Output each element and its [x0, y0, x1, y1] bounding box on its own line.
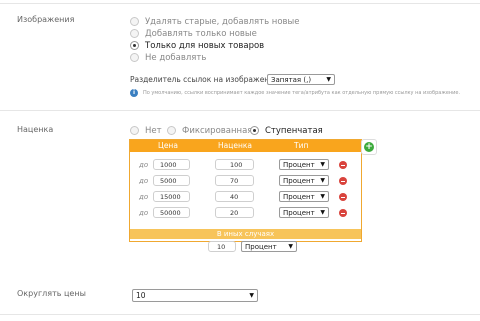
images-option-3[interactable]: Только для новых товаров [130, 40, 264, 51]
plus-circle-icon[interactable]: + [364, 142, 374, 152]
markup-input[interactable]: 40 [215, 191, 254, 202]
minus-circle-icon[interactable] [339, 209, 347, 217]
images-label: Изображения [17, 15, 75, 24]
radio-button[interactable] [130, 126, 139, 135]
type-select-value: Процент [283, 208, 315, 217]
minus-circle-icon[interactable] [339, 161, 347, 169]
separator-select[interactable]: Запятая (,) ▼ [267, 74, 335, 85]
row-prefix: до [139, 209, 149, 217]
type-select[interactable]: Процент ▼ [279, 159, 329, 170]
price-input[interactable]: 50000 [153, 207, 190, 218]
row-prefix: до [139, 193, 149, 201]
markup-label: Наценка [17, 125, 54, 134]
option-label: Удалять старые, добавлять новые [145, 16, 300, 27]
minus-circle-icon[interactable] [339, 193, 347, 201]
price-input[interactable]: 15000 [153, 191, 190, 202]
option-label: Фиксированная [182, 125, 253, 136]
radio-button[interactable] [130, 29, 139, 38]
option-label: Не добавлять [145, 52, 207, 63]
chevron-down-icon: ▼ [288, 243, 293, 250]
images-option-4[interactable]: Не добавлять [130, 52, 206, 63]
section-divider [0, 110, 480, 111]
chevron-down-icon: ▼ [320, 177, 325, 184]
markup-input[interactable]: 20 [215, 207, 254, 218]
images-option-1[interactable]: Удалять старые, добавлять новые [130, 16, 300, 27]
chevron-down-icon: ▼ [320, 161, 325, 168]
separator-label: Разделитель ссылок на изображения: [130, 75, 282, 84]
header-price: Цена [158, 141, 178, 150]
radio-button[interactable] [167, 126, 176, 135]
table-row: до 50000 20 Процент ▼ [130, 207, 361, 221]
table-row: до 15000 40 Процент ▼ [130, 191, 361, 205]
chevron-down-icon: ▼ [249, 292, 254, 299]
option-label: Нет [145, 125, 162, 136]
separator-select-value: Запятая (,) [271, 75, 312, 84]
top-divider [0, 3, 480, 4]
table-row: до 1000 100 Процент ▼ [130, 159, 361, 173]
other-markup-input[interactable]: 10 [208, 241, 236, 252]
option-label: Ступенчатая [265, 125, 323, 136]
info-icon: i [130, 89, 138, 97]
radio-button[interactable] [130, 17, 139, 26]
header-markup: Наценка [218, 141, 252, 150]
radio-button[interactable] [130, 53, 139, 62]
rounding-select[interactable]: 10 ▼ [132, 289, 258, 302]
rounding-label: Округлять цены [17, 289, 86, 298]
option-label: Добавлять только новые [145, 28, 257, 39]
type-select-value: Процент [283, 192, 315, 201]
other-type-select[interactable]: Процент ▼ [241, 241, 297, 252]
rounding-select-value: 10 [136, 291, 146, 300]
type-select-value: Процент [283, 160, 315, 169]
images-hint: i По умолчанию, ссылки воспринимает кажд… [130, 89, 460, 97]
bottom-divider [0, 314, 480, 315]
header-type: Тип [294, 141, 309, 150]
type-select[interactable]: Процент ▼ [279, 207, 329, 218]
row-prefix: до [139, 177, 149, 185]
markup-input[interactable]: 100 [215, 159, 254, 170]
minus-circle-icon[interactable] [339, 177, 347, 185]
table-row: до 5000 70 Процент ▼ [130, 175, 361, 189]
radio-button-selected[interactable] [250, 126, 259, 135]
type-select-value: Процент [283, 176, 315, 185]
table-header: Цена Наценка Тип [130, 140, 361, 152]
other-type-select-value: Процент [245, 242, 277, 251]
markup-option-none[interactable]: Нет [130, 125, 162, 136]
option-label: Только для новых товаров [145, 40, 265, 51]
price-input[interactable]: 1000 [153, 159, 190, 170]
hint-text: По умолчанию, ссылки воспринимает каждое… [143, 90, 461, 96]
markup-option-stepped[interactable]: Ступенчатая [250, 125, 323, 136]
chevron-down-icon: ▼ [320, 209, 325, 216]
row-prefix: до [139, 161, 149, 169]
chevron-down-icon: ▼ [326, 76, 331, 83]
price-input[interactable]: 5000 [153, 175, 190, 186]
type-select[interactable]: Процент ▼ [279, 175, 329, 186]
chevron-down-icon: ▼ [320, 193, 325, 200]
radio-button-selected[interactable] [130, 41, 139, 50]
markup-input[interactable]: 70 [215, 175, 254, 186]
type-select[interactable]: Процент ▼ [279, 191, 329, 202]
images-option-2[interactable]: Добавлять только новые [130, 28, 257, 39]
markup-option-fixed[interactable]: Фиксированная [167, 125, 252, 136]
markup-table: Цена Наценка Тип до 1000 100 Процент ▼ д… [129, 139, 362, 242]
other-cases-header: В иных случаях [130, 229, 361, 239]
